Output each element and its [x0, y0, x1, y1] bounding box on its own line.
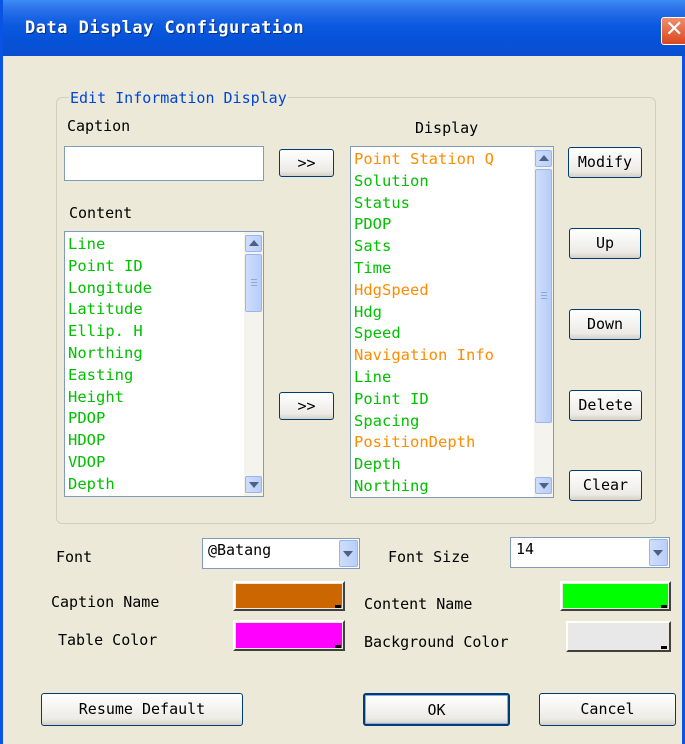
display-scroll-down-button[interactable] — [535, 477, 552, 494]
content-list-item[interactable]: Visible Sats — [68, 496, 180, 497]
display-list-item[interactable]: Navigation Info — [354, 345, 494, 367]
background-color-picker[interactable] — [566, 621, 671, 652]
display-list-item[interactable]: PositionDepth — [354, 432, 494, 454]
display-list-item[interactable]: Point Station Q — [354, 149, 494, 171]
content-name-color-picker[interactable] — [560, 581, 671, 611]
grip-line — [541, 295, 547, 296]
caption-input[interactable] — [64, 146, 264, 181]
content-list-item[interactable]: VDOP — [68, 452, 180, 474]
arrow-up-icon — [539, 155, 549, 161]
add-caption-button[interactable]: >> — [279, 149, 334, 177]
display-list-item[interactable]: HdgSpeed — [354, 280, 494, 302]
table-color-label: Table Color — [58, 631, 158, 649]
chevron-down-icon — [653, 550, 663, 556]
content-items: Line Point ID Longitude Latitude Ellip. H Nor… — [68, 234, 180, 497]
font-dropdown-button[interactable] — [339, 540, 358, 567]
content-list-item[interactable]: HDOP — [68, 430, 180, 452]
cancel-button[interactable]: Cancel — [539, 693, 676, 726]
display-list-item[interactable]: Status — [354, 193, 494, 215]
content-list[interactable]: Line Point ID Longitude Latitude Ellip. H Nor… — [64, 231, 264, 497]
display-list-item[interactable]: Point ID — [354, 389, 494, 411]
caption-name-color-picker[interactable] — [233, 581, 345, 611]
font-size-label: Font Size — [388, 548, 470, 566]
display-list[interactable]: Point Station Q Solution Status PDOP Sats Tim… — [350, 146, 554, 498]
display-list-item[interactable]: PDOP — [354, 214, 494, 236]
resume-default-button[interactable]: Resume Default — [41, 693, 243, 726]
dropdown-marker-icon — [661, 646, 667, 649]
background-color-label: Background Color — [364, 633, 509, 651]
content-scrollbar[interactable] — [244, 232, 263, 496]
caption-label: Caption — [67, 117, 131, 135]
display-list-item[interactable]: Time — [354, 258, 494, 280]
display-items: Point Station Q Solution Status PDOP Sats Tim… — [354, 149, 494, 497]
content-list-item[interactable]: Line — [68, 234, 180, 256]
table-color-picker[interactable] — [233, 620, 345, 651]
display-scroll-up-button[interactable] — [535, 150, 552, 167]
content-list-item[interactable]: Height — [68, 387, 180, 409]
dialog-window: Data Display Configuration ✕ Edit Inform… — [0, 0, 685, 744]
content-label: Content — [69, 204, 133, 222]
font-size-select-value: 14 — [516, 540, 535, 558]
content-list-item[interactable]: Latitude — [68, 299, 180, 321]
content-list-item[interactable]: Northing — [68, 343, 180, 365]
ok-button[interactable]: OK — [363, 693, 510, 726]
grip-line — [541, 298, 547, 299]
dropdown-marker-icon — [335, 605, 341, 608]
content-scroll-up-button[interactable] — [245, 235, 262, 252]
delete-button[interactable]: Delete — [569, 390, 642, 421]
modify-button[interactable]: Modify — [568, 147, 642, 178]
clear-button[interactable]: Clear — [569, 470, 642, 501]
up-button[interactable]: Up — [569, 228, 641, 259]
grip-line — [251, 285, 257, 286]
arrow-up-icon — [249, 240, 259, 246]
display-list-item[interactable]: Spacing — [354, 411, 494, 433]
close-button[interactable]: ✕ — [661, 17, 685, 45]
content-list-item[interactable]: Point ID — [68, 256, 180, 278]
add-content-button[interactable]: >> — [279, 392, 334, 420]
content-list-item[interactable]: Easting — [68, 365, 180, 387]
table-color — [236, 623, 342, 648]
content-scroll-down-button[interactable] — [245, 476, 262, 493]
font-size-select[interactable]: 14 — [510, 537, 670, 568]
content-list-item[interactable]: PDOP — [68, 408, 180, 430]
grip-line — [251, 282, 257, 283]
display-list-item[interactable]: Sats — [354, 236, 494, 258]
dropdown-marker-icon — [335, 645, 341, 648]
display-list-item[interactable]: Speed — [354, 323, 494, 345]
content-name-label: Content Name — [364, 595, 473, 613]
dropdown-marker-icon — [661, 605, 667, 608]
down-button[interactable]: Down — [569, 309, 641, 340]
display-scrollbar[interactable] — [534, 147, 553, 497]
arrow-down-icon — [539, 483, 549, 489]
font-label: Font — [56, 548, 93, 566]
caption-name-color — [236, 584, 342, 608]
display-scroll-thumb[interactable] — [535, 169, 552, 423]
close-icon: ✕ — [665, 17, 684, 42]
content-scroll-thumb[interactable] — [245, 254, 262, 312]
content-list-item[interactable]: Longitude — [68, 278, 180, 300]
font-size-dropdown-button[interactable] — [649, 539, 668, 566]
grip-line — [251, 279, 257, 280]
grip-line — [541, 292, 547, 293]
title-bar[interactable]: Data Display Configuration — [3, 0, 685, 56]
background-color — [569, 624, 668, 649]
content-name-color — [563, 584, 668, 608]
display-label: Display — [415, 119, 479, 137]
display-list-item[interactable]: Hdg — [354, 302, 494, 324]
content-list-item[interactable]: Ellip. H — [68, 321, 180, 343]
display-list-item[interactable]: Depth — [354, 454, 494, 476]
arrow-down-icon — [249, 482, 259, 488]
chevron-down-icon — [343, 551, 353, 557]
window-title: Data Display Configuration — [25, 18, 305, 38]
group-title: Edit Information Display — [69, 89, 288, 107]
display-list-item[interactable]: Line — [354, 367, 494, 389]
font-select[interactable]: @Batang — [202, 538, 360, 569]
content-list-item[interactable]: Depth — [68, 474, 180, 496]
display-list-item[interactable]: Northing — [354, 476, 494, 497]
display-list-item[interactable]: Solution — [354, 171, 494, 193]
caption-name-label: Caption Name — [51, 593, 160, 611]
font-select-value: @Batang — [208, 541, 272, 559]
